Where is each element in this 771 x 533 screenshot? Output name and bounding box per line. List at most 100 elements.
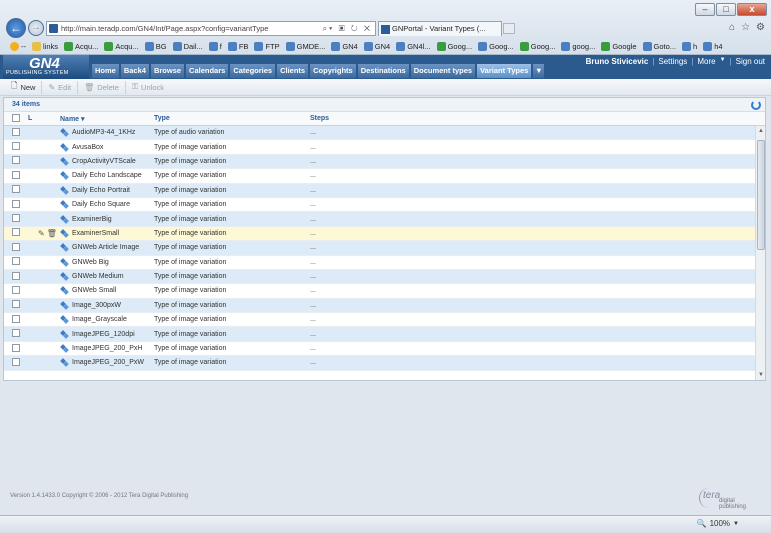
nav-more-button[interactable]: ▼ (533, 64, 545, 78)
nav-tab-variant-types[interactable]: Variant Types (477, 64, 532, 78)
table-row[interactable]: ImageJPEG_120dpi Type of image variation.… (4, 327, 755, 342)
table-row[interactable]: GNWeb Medium Type of image variation... (4, 269, 755, 285)
column-header-name[interactable]: Name ▾ (60, 115, 154, 123)
nav-tab-home[interactable]: Home (92, 64, 119, 78)
row-name[interactable]: Image_300pxW (72, 302, 121, 309)
table-row[interactable]: AudioMP3-44_1KHz Type of audio variation.… (4, 126, 755, 141)
home-icon[interactable]: ⌂ (729, 22, 735, 33)
row-checkbox[interactable] (12, 314, 20, 323)
row-steps[interactable]: ... (310, 273, 755, 280)
browser-tab-active[interactable]: GNPortal - Variant Types (... (378, 21, 502, 36)
nav-tab-copyrights[interactable]: Copyrights (310, 64, 356, 78)
row-checkbox[interactable] (12, 170, 20, 179)
address-bar-icons[interactable]: ⌕▾ ▣ ↻ ✕ (323, 22, 372, 35)
row-name[interactable]: GNWeb Medium (72, 273, 124, 280)
vertical-scrollbar[interactable]: ▲ ▼ (755, 126, 765, 380)
row-name[interactable]: AvusaBox (72, 144, 103, 151)
favorite-link[interactable]: BG (144, 41, 167, 51)
edit-button[interactable]: ✎ Edit (42, 80, 79, 94)
gear-icon[interactable]: ⚙ (756, 22, 765, 33)
table-row[interactable]: Image_300pxW Type of image variation... (4, 298, 755, 314)
row-name[interactable]: ImageJPEG_120dpi (72, 331, 135, 338)
new-tab-button[interactable] (503, 23, 515, 34)
row-steps[interactable]: ... (310, 331, 755, 338)
row-checkbox[interactable] (12, 271, 20, 280)
favorite-link[interactable]: GMDE... (285, 41, 325, 51)
row-checkbox[interactable] (12, 285, 20, 294)
row-steps[interactable]: ... (310, 129, 755, 136)
row-steps[interactable]: ... (310, 187, 755, 194)
row-steps[interactable]: ... (310, 158, 755, 165)
favorite-link[interactable]: GN4 (331, 41, 358, 51)
table-row[interactable]: GNWeb Big Type of image variation... (4, 256, 755, 270)
row-checkbox[interactable] (12, 199, 20, 208)
table-row[interactable]: ImageJPEG_200_PxW Type of image variation… (4, 356, 755, 371)
scroll-up-icon[interactable]: ▲ (757, 127, 765, 135)
nav-tab-back4[interactable]: Back4 (120, 64, 149, 78)
select-all-checkbox[interactable] (12, 113, 20, 122)
row-steps[interactable]: ... (310, 316, 755, 323)
row-checkbox[interactable] (12, 343, 20, 352)
favorite-link[interactable]: Goog... (478, 41, 514, 51)
row-steps[interactable]: ... (310, 144, 755, 151)
table-row[interactable]: ImageJPEG_200_PxH Type of image variation… (4, 342, 755, 357)
row-steps[interactable]: ... (310, 244, 755, 251)
new-button[interactable]: 🗋 New (5, 80, 43, 94)
table-row[interactable]: CropActivityVTScale Type of image variati… (4, 154, 755, 170)
row-steps[interactable]: ... (310, 287, 755, 294)
column-header-steps[interactable]: Steps (310, 115, 765, 122)
pencil-icon[interactable]: ✎ (38, 229, 45, 238)
row-checkbox[interactable] (12, 257, 20, 266)
row-checkbox[interactable] (12, 142, 20, 151)
row-checkbox[interactable] (12, 329, 20, 338)
row-steps[interactable]: ... (310, 216, 755, 223)
row-steps[interactable]: ... (310, 359, 755, 366)
row-checkbox[interactable] (12, 127, 20, 136)
row-steps[interactable]: ... (310, 172, 755, 179)
row-checkbox[interactable] (12, 357, 20, 366)
row-steps[interactable]: ... (310, 259, 755, 266)
favorite-link[interactable]: FB (227, 41, 248, 51)
back-button[interactable]: ← (6, 18, 26, 38)
trash-icon[interactable]: 🗑 (47, 229, 57, 238)
table-row[interactable]: Daily Echo Square Type of image variation… (4, 198, 755, 213)
table-row[interactable]: ✎ 🗑 ExaminerSmall Type of image variation..… (4, 226, 755, 242)
table-row[interactable]: Daily Echo Portrait Type of image variati… (4, 183, 755, 198)
row-steps[interactable]: ... (310, 302, 755, 309)
nav-tab-destinations[interactable]: Destinations (357, 64, 409, 78)
favorite-link[interactable]: Dail... (172, 41, 203, 51)
favorite-link[interactable]: Goto... (642, 41, 676, 51)
row-name[interactable]: ExaminerBig (72, 216, 112, 223)
favorite-link[interactable]: Acqu... (64, 41, 98, 51)
row-name[interactable]: GNWeb Article Image (72, 244, 139, 251)
row-checkbox[interactable] (12, 214, 20, 223)
unlock-button[interactable]: ⚿ Unlock (126, 81, 170, 94)
nav-tab-clients[interactable]: Clients (277, 64, 309, 78)
table-row[interactable]: GNWeb Small Type of image variation... (4, 284, 755, 299)
row-checkbox[interactable] (12, 300, 20, 309)
table-row[interactable]: GNWeb Article Image Type of image variati… (4, 241, 755, 256)
favorite-link[interactable]: Acqu... (104, 41, 139, 51)
sign-out-link[interactable]: Sign out (736, 57, 765, 66)
favorite-link[interactable]: Google (601, 41, 637, 51)
row-name[interactable]: Daily Echo Square (72, 201, 130, 208)
row-name[interactable]: Daily Echo Landscape (72, 172, 142, 179)
nav-tab-browse[interactable]: Browse (150, 64, 185, 78)
favorite-link[interactable]: h4 (703, 41, 723, 51)
favorites-star-icon[interactable]: ☆ (741, 22, 750, 33)
favorite-link[interactable]: goog... (561, 41, 595, 51)
favorite-link[interactable]: f (208, 41, 222, 51)
forward-button[interactable]: → (28, 20, 44, 36)
scroll-down-icon[interactable]: ▼ (757, 371, 765, 379)
table-row[interactable]: ExaminerBig Type of image variation... (4, 212, 755, 227)
table-row[interactable]: Daily Echo Landscape Type of image variat… (4, 169, 755, 184)
row-checkbox[interactable] (12, 185, 20, 194)
delete-button[interactable]: 🗑 Delete (78, 80, 126, 94)
row-name[interactable]: ImageJPEG_200_PxW (72, 359, 144, 366)
nav-tab-calendars[interactable]: Calendars (186, 64, 229, 78)
row-name[interactable]: Image_Grayscale (72, 316, 127, 323)
row-name[interactable]: ImageJPEG_200_PxH (72, 345, 142, 352)
row-name[interactable]: CropActivityVTScale (72, 158, 136, 165)
address-bar[interactable]: http://main.teradp.com/GN4/Int/Page.aspx… (46, 21, 376, 36)
favorite-link[interactable]: GN4 (363, 41, 390, 51)
